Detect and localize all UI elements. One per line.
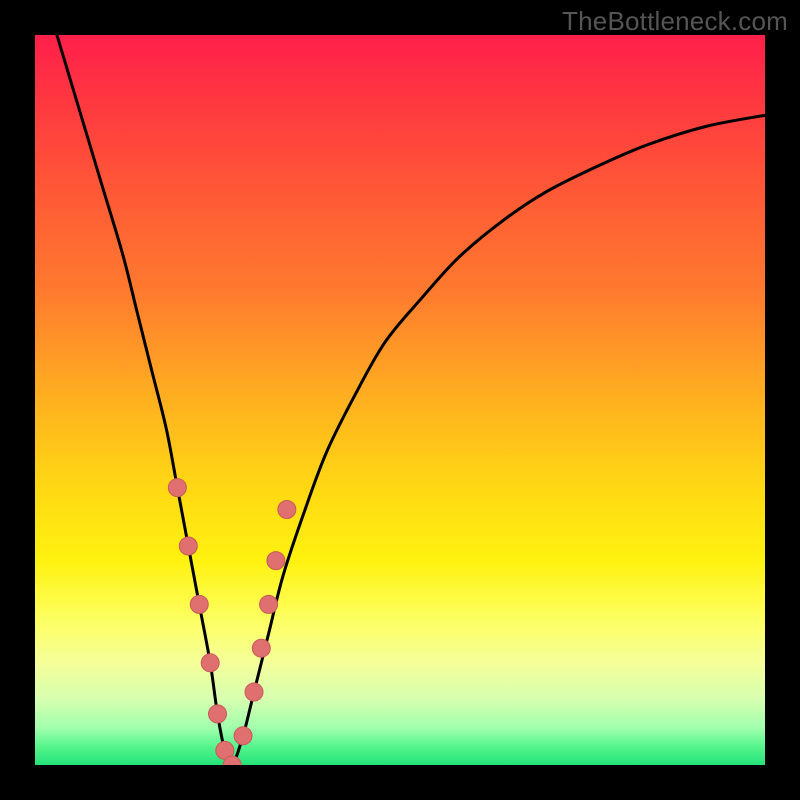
data-marker (190, 595, 208, 613)
data-marker (252, 639, 270, 657)
data-marker (278, 501, 296, 519)
data-markers (168, 479, 296, 765)
data-marker (201, 654, 219, 672)
chart-frame: TheBottleneck.com (0, 0, 800, 800)
bottleneck-curve (57, 35, 765, 765)
data-marker (168, 479, 186, 497)
data-marker (260, 595, 278, 613)
watermark-text: TheBottleneck.com (562, 6, 788, 37)
data-marker (209, 705, 227, 723)
data-marker (234, 727, 252, 745)
data-marker (267, 552, 285, 570)
data-marker (245, 683, 263, 701)
data-marker (179, 537, 197, 555)
plot-area (35, 35, 765, 765)
curve-layer (35, 35, 765, 765)
